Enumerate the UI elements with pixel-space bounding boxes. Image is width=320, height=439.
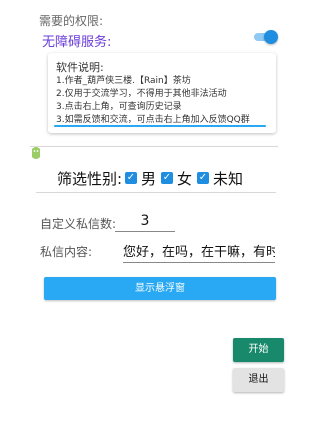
message-input[interactable]: 您好，在吗，在干嘛，有时间吗? <box>123 238 275 263</box>
gender-female-label: 女 <box>177 170 193 188</box>
custom-count-value: 3 <box>140 213 150 229</box>
notice-line: 3.点击右上角，可查询历史记录 <box>56 102 182 112</box>
gender-unknown-checkbox[interactable]: ✓ <box>197 172 209 184</box>
accessibility-switch[interactable] <box>254 30 278 44</box>
gender-unknown-label: 未知 <box>213 170 244 188</box>
divider <box>36 192 276 193</box>
exit-button[interactable]: 退出 <box>233 368 284 392</box>
custom-count-label: 自定义私信数: <box>40 217 117 231</box>
accessibility-service-label: 无障碍服务: <box>42 35 112 50</box>
notice-line: 1.作者_葫芦侠三楼.【Rain】茶坊 <box>56 76 191 86</box>
gender-filter-label: 筛选性别: <box>57 170 123 188</box>
divider <box>30 146 278 147</box>
notice-line: 2.仅用于交流学习，不得用于其他非法活动 <box>56 89 227 99</box>
gender-male-label: 男 <box>141 170 157 188</box>
message-label: 私信内容: <box>40 245 93 259</box>
start-button[interactable]: 开始 <box>233 338 284 362</box>
android-robot-icon <box>30 145 42 161</box>
show-float-window-button[interactable]: 显示悬浮窗 <box>44 277 276 300</box>
notice-scrollbar[interactable] <box>54 125 266 127</box>
notice-line: 3.如需反馈和交流，可点击右上角加入反馈QQ群 <box>56 115 250 125</box>
permissions-title: 需要的权限: <box>39 14 104 28</box>
message-value: 您好，在吗，在干嘛，有时间吗? <box>123 245 275 260</box>
gender-female-checkbox[interactable]: ✓ <box>161 172 173 184</box>
gender-male-checkbox[interactable]: ✓ <box>125 172 137 184</box>
switch-thumb <box>264 30 278 44</box>
notice-card: 软件说明: 1.作者_葫芦侠三楼.【Rain】茶坊 2.仅用于交流学习，不得用于… <box>48 53 276 133</box>
custom-count-input[interactable]: 3 <box>115 211 175 232</box>
